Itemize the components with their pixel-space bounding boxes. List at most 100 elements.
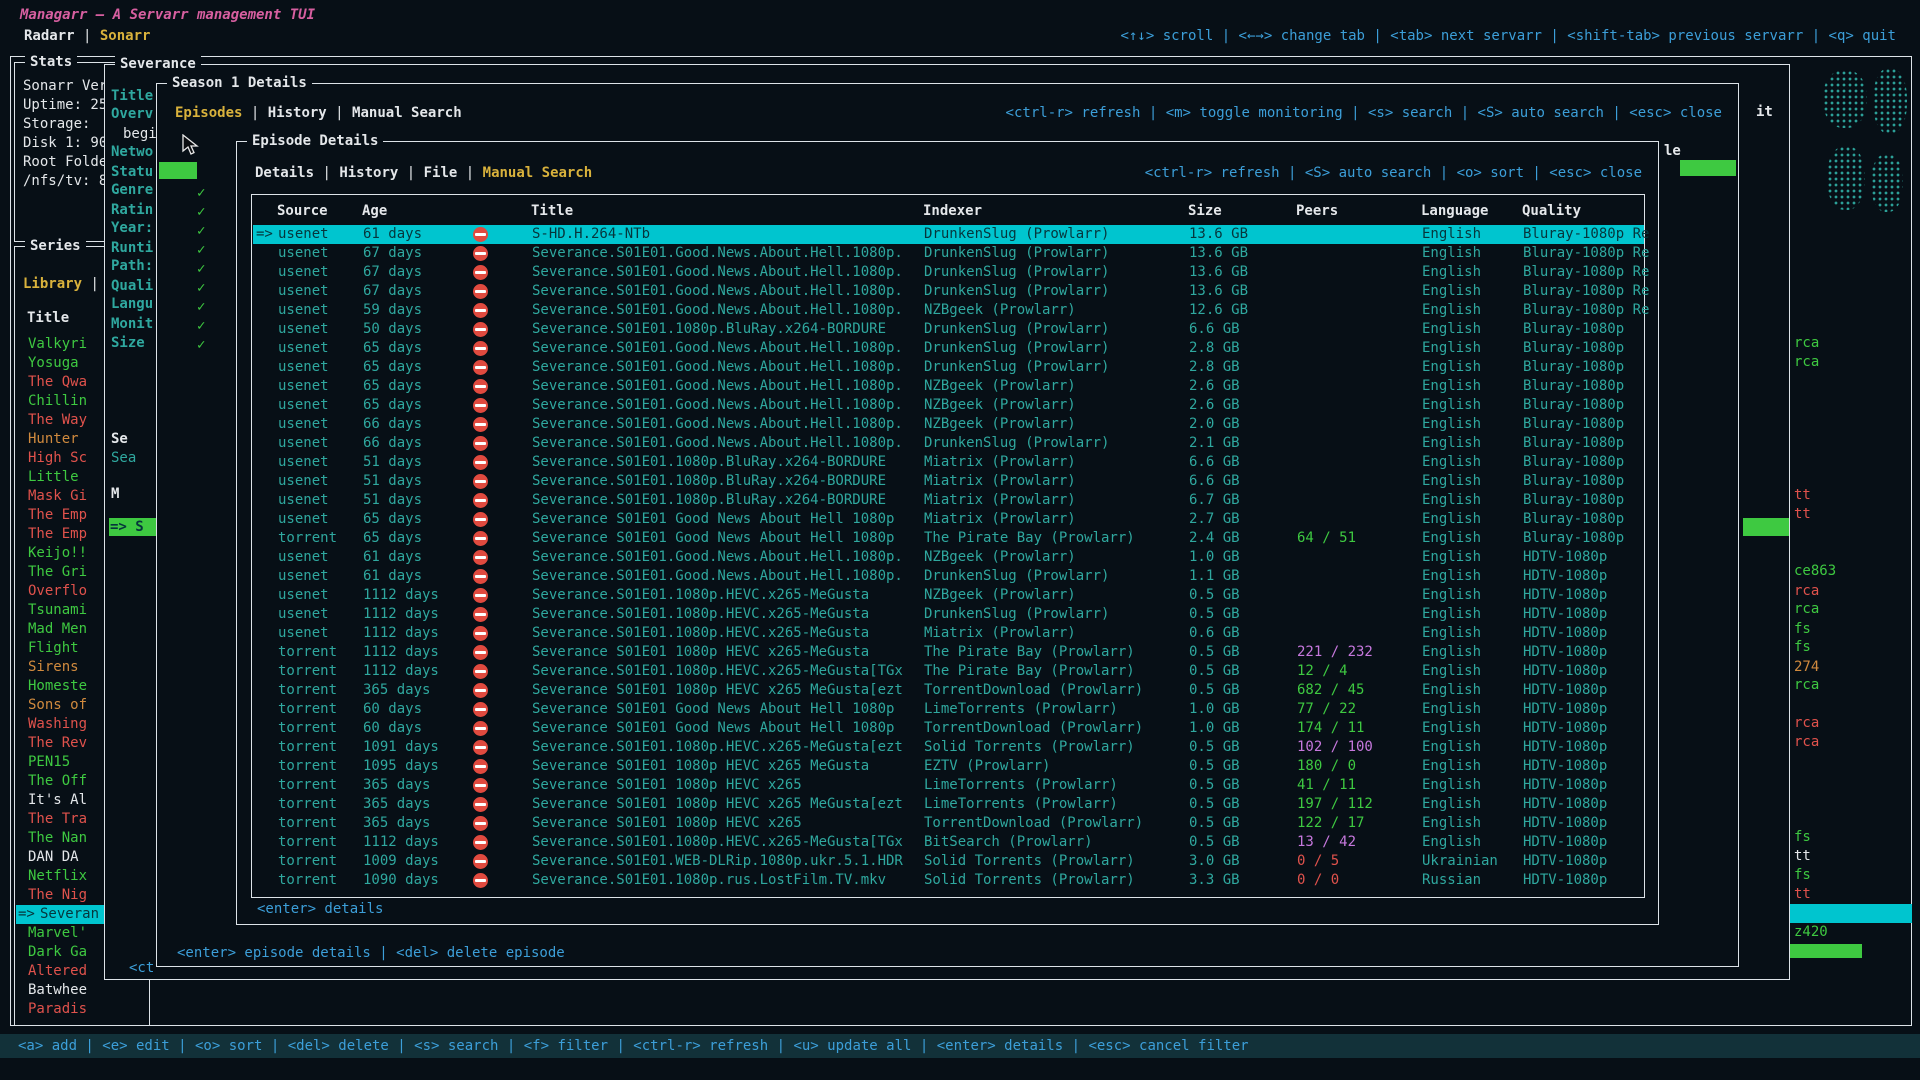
search-result-row[interactable]: torrent1112 daysSeverance.S01E01.1080p.H… <box>253 662 1644 681</box>
language-cell: English <box>1422 795 1481 814</box>
series-list-item[interactable]: Batwhee <box>16 981 149 1000</box>
search-result-row[interactable]: torrent1091 daysSeverance.S01E01.1080p.H… <box>253 738 1644 757</box>
search-result-row[interactable]: usenet67 daysSeverance.S01E01.Good.News.… <box>253 263 1644 282</box>
search-result-row[interactable]: torrent60 daysSeverance S01E01 Good News… <box>253 700 1644 719</box>
occluded-text-fragment: fs <box>1794 828 1811 846</box>
indexer-cell: DrunkenSlug (Prowlarr) <box>924 605 1109 624</box>
search-result-row[interactable]: usenet67 daysSeverance.S01E01.Good.News.… <box>253 282 1644 301</box>
tab-file[interactable]: File <box>424 165 458 181</box>
search-result-row[interactable]: torrent365 daysSeverance S01E01 1080p HE… <box>253 776 1644 795</box>
search-result-row[interactable]: usenet61 daysSeverance.S01E01.Good.News.… <box>253 548 1644 567</box>
episode-footer-hints: <enter> details <box>257 900 383 919</box>
title-cell: Severance S01E01 1080p HEVC x265 MeGusta <box>532 757 869 776</box>
search-result-row[interactable]: usenet67 daysSeverance.S01E01.Good.News.… <box>253 244 1644 263</box>
occluded-text-fragment: <ct <box>129 959 154 977</box>
peers-cell: 174 / 11 <box>1297 719 1364 738</box>
search-result-row[interactable]: usenet66 daysSeverance.S01E01.Good.News.… <box>253 415 1644 434</box>
tab-separator: | <box>242 105 267 121</box>
search-result-row[interactable]: torrent365 daysSeverance S01E01 1080p HE… <box>253 814 1644 833</box>
search-result-row[interactable]: torrent365 daysSeverance S01E01 1080p HE… <box>253 795 1644 814</box>
column-header-source[interactable]: Source <box>277 202 328 221</box>
tab-manual-search[interactable]: Manual Search <box>352 105 462 121</box>
language-cell: English <box>1422 263 1481 282</box>
search-result-row[interactable]: torrent1095 daysSeverance S01E01 1080p H… <box>253 757 1644 776</box>
series-title-label: Keijo!! <box>28 544 87 563</box>
quality-cell: HDTV-1080p <box>1523 833 1607 852</box>
indexer-cell: EZTV (Prowlarr) <box>924 757 1050 776</box>
tab-manual-search[interactable]: Manual Search <box>483 165 593 181</box>
manual-search-results-table[interactable]: Source Age Title Indexer Size Peers Language Qu… <box>251 194 1645 898</box>
search-result-row[interactable]: usenet50 daysSeverance.S01E01.1080p.BluR… <box>253 320 1644 339</box>
search-result-row[interactable]: usenet65 daysSeverance.S01E01.Good.News.… <box>253 339 1644 358</box>
tab-separator: | <box>90 276 98 292</box>
tab-episodes[interactable]: Episodes <box>175 105 242 121</box>
series-field-label: Runti <box>111 239 153 258</box>
search-result-row[interactable]: torrent365 daysSeverance S01E01 1080p HE… <box>253 681 1644 700</box>
indexer-cell: NZBgeek (Prowlarr) <box>924 396 1076 415</box>
poster-dot-blob <box>1823 70 1867 128</box>
series-list-item[interactable]: Paradis <box>16 1000 149 1019</box>
search-result-row[interactable]: usenet51 daysSeverance.S01E01.1080p.BluR… <box>253 472 1644 491</box>
search-result-row[interactable]: usenet1112 daysSeverance.S01E01.1080p.HE… <box>253 605 1644 624</box>
source-cell: torrent <box>278 795 337 814</box>
search-result-row[interactable]: torrent1090 daysSeverance.S01E01.1080p.r… <box>253 871 1644 890</box>
size-cell: 0.5 GB <box>1189 662 1240 681</box>
search-result-row[interactable]: torrent1112 daysSeverance S01E01 1080p H… <box>253 643 1644 662</box>
search-result-row[interactable]: usenet1112 daysSeverance.S01E01.1080p.HE… <box>253 586 1644 605</box>
age-cell: 67 days <box>363 244 422 263</box>
stats-panel-title: Stats <box>25 53 77 71</box>
tab-sonarr[interactable]: Sonarr <box>100 28 151 44</box>
language-cell: English <box>1422 738 1481 757</box>
language-cell: English <box>1422 453 1481 472</box>
search-result-row[interactable]: usenet51 daysSeverance.S01E01.1080p.BluR… <box>253 491 1644 510</box>
search-result-row[interactable]: =>usenet61 daysS-HD.H.264-NTbDrunkenSlug… <box>253 225 1644 244</box>
rejected-icon <box>473 246 488 261</box>
search-result-row[interactable]: usenet65 daysSeverance.S01E01.Good.News.… <box>253 358 1644 377</box>
series-title-label: Tsunami <box>28 601 87 620</box>
indexer-cell: NZBgeek (Prowlarr) <box>924 377 1076 396</box>
search-result-row[interactable]: torrent1112 daysSeverance.S01E01.1080p.H… <box>253 833 1644 852</box>
language-cell: English <box>1422 814 1481 833</box>
title-cell: Severance.S01E01.Good.News.About.Hell.10… <box>532 301 903 320</box>
search-result-row[interactable]: usenet65 daysSeverance.S01E01.Good.News.… <box>253 377 1644 396</box>
column-header-peers[interactable]: Peers <box>1296 202 1338 221</box>
search-result-row[interactable]: usenet66 daysSeverance.S01E01.Good.News.… <box>253 434 1644 453</box>
monitored-check-icon: ✓ <box>197 279 205 297</box>
title-cell: Severance.S01E01.1080p.HEVC.x265-MeGusta <box>532 605 869 624</box>
column-header-age[interactable]: Age <box>362 202 387 221</box>
size-cell: 13.6 GB <box>1189 263 1248 282</box>
indexer-cell: LimeTorrents (Prowlarr) <box>924 795 1118 814</box>
age-cell: 65 days <box>363 377 422 396</box>
column-header-size[interactable]: Size <box>1188 202 1222 221</box>
search-result-row[interactable]: torrent1009 daysSeverance.S01E01.WEB-DLR… <box>253 852 1644 871</box>
rejected-icon <box>473 379 488 394</box>
rejected-icon <box>473 873 488 888</box>
series-field-label: Quali <box>111 277 153 296</box>
search-result-row[interactable]: torrent65 daysSeverance S01E01 Good News… <box>253 529 1644 548</box>
search-result-row[interactable]: usenet65 daysSeverance S01E01 Good News … <box>253 510 1644 529</box>
column-header-indexer[interactable]: Indexer <box>923 202 982 221</box>
tab-radarr[interactable]: Radarr <box>24 28 75 44</box>
monitored-check-icon: ✓ <box>197 203 205 221</box>
search-result-row[interactable]: usenet51 daysSeverance.S01E01.1080p.BluR… <box>253 453 1644 472</box>
tab-library[interactable]: Library <box>23 276 82 292</box>
search-result-row[interactable]: torrent60 daysSeverance S01E01 Good News… <box>253 719 1644 738</box>
age-cell: 1112 days <box>363 624 439 643</box>
series-title-label: The Off <box>28 772 87 791</box>
indexer-cell: NZBgeek (Prowlarr) <box>924 301 1076 320</box>
search-result-row[interactable]: usenet59 daysSeverance.S01E01.Good.News.… <box>253 301 1644 320</box>
tab-history[interactable]: History <box>268 105 327 121</box>
title-cell: Severance.S01E01.1080p.HEVC.x265-MeGusta <box>532 624 869 643</box>
column-header-language[interactable]: Language <box>1421 202 1488 221</box>
column-header-quality[interactable]: Quality <box>1522 202 1581 221</box>
tab-history[interactable]: History <box>339 165 398 181</box>
column-header-title[interactable]: Title <box>531 202 573 221</box>
tab-details[interactable]: Details <box>255 165 314 181</box>
occluded-text-fragment: it <box>1756 103 1773 121</box>
series-title-label: Marvel' <box>28 924 87 943</box>
search-result-row[interactable]: usenet65 daysSeverance.S01E01.Good.News.… <box>253 396 1644 415</box>
season-tab-bar: Episodes | History | Manual Search <box>175 104 462 123</box>
search-result-row[interactable]: usenet1112 daysSeverance.S01E01.1080p.HE… <box>253 624 1644 643</box>
search-result-row[interactable]: usenet61 daysSeverance.S01E01.Good.News.… <box>253 567 1644 586</box>
source-cell: torrent <box>278 529 337 548</box>
